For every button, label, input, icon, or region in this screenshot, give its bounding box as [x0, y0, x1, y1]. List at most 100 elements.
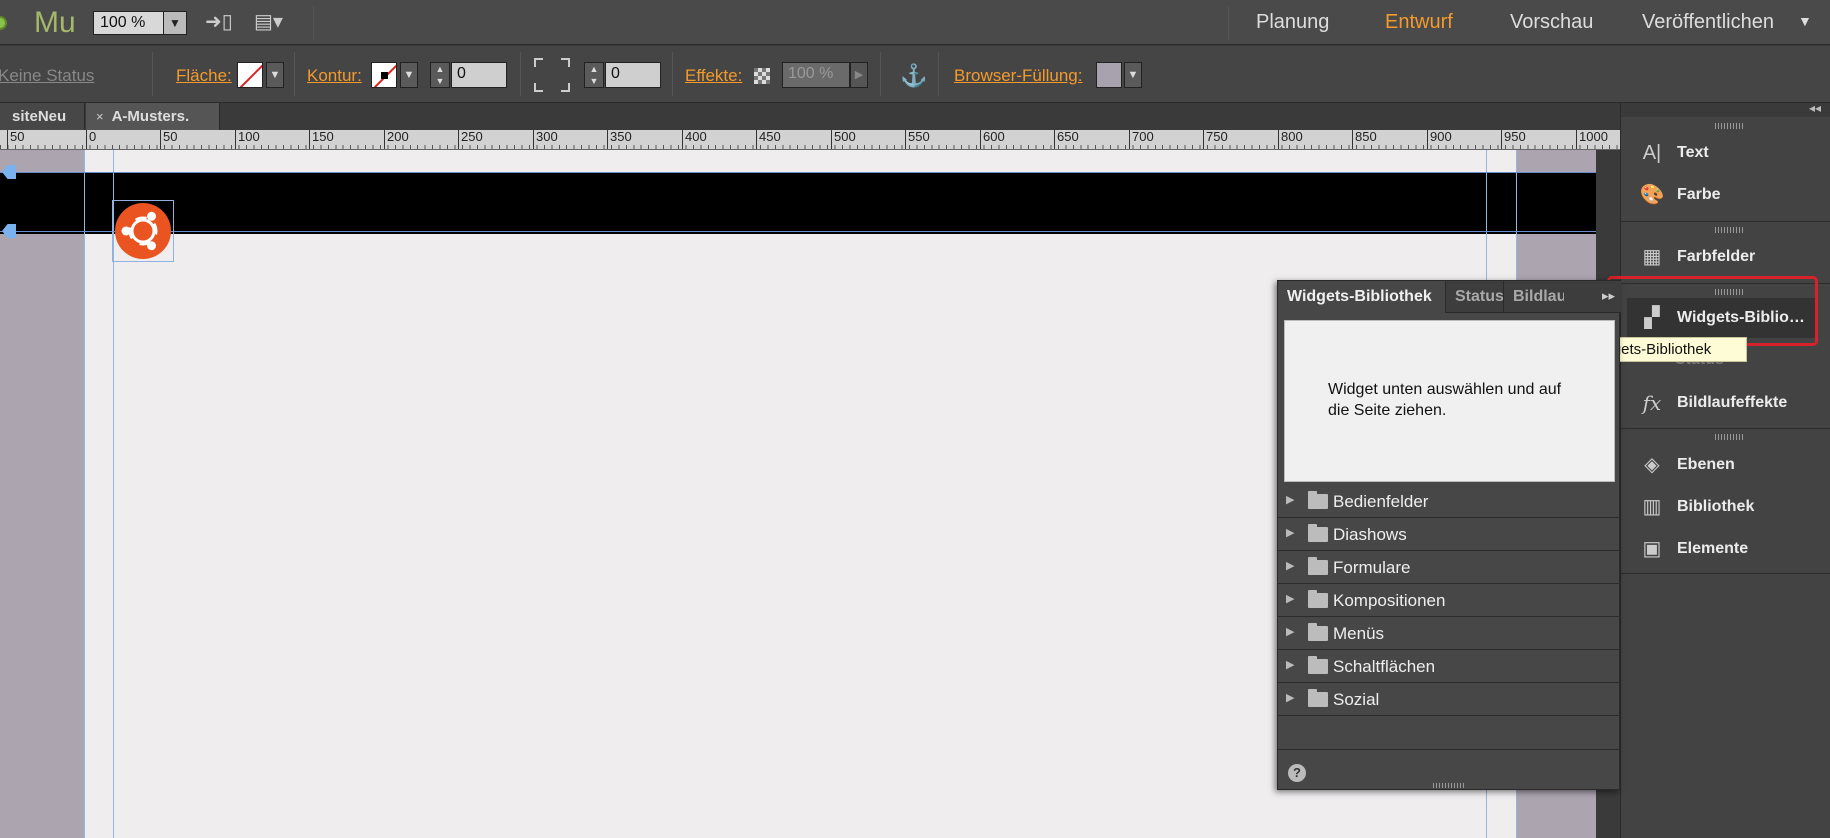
ruler-label: 150	[309, 130, 334, 149]
tab-siteneu[interactable]: siteNeu	[0, 103, 85, 130]
ruler-label: 400	[682, 130, 707, 149]
corner-radius-stepper[interactable]: ▲ ▼	[584, 62, 604, 88]
assets-icon: ▣	[1642, 538, 1662, 560]
dock-item-scroll-effects[interactable]: fx Bildlaufeffekte	[1621, 383, 1811, 423]
category-label: Schaltflächen	[1333, 657, 1436, 676]
stroke-dropdown[interactable]: ▼	[400, 62, 418, 88]
category-formulare[interactable]: ▶ Formulare	[1278, 551, 1621, 584]
browser-fill-label[interactable]: Browser-Füllung:	[954, 66, 1083, 86]
expand-icon[interactable]: ▶	[1286, 691, 1294, 704]
panel-tabs: Widgets-Bibliothek Status Bildlau ▸▸	[1278, 281, 1621, 313]
expand-icon[interactable]: ▶	[1286, 493, 1294, 506]
folder-icon	[1308, 557, 1328, 575]
resize-grip[interactable]	[1433, 783, 1465, 788]
control-panel: Keine Status Fläche: ▼ Kontur: ▼ ▲ ▼ 0 ▲ ▼…	[0, 46, 1830, 103]
category-bedienfelder[interactable]: ▶ Bedienfelder	[1278, 485, 1621, 518]
folder-icon	[1308, 491, 1328, 509]
mode-planning[interactable]: Planung	[1256, 11, 1329, 34]
expand-icon[interactable]: ▶	[1286, 625, 1294, 638]
tab-status[interactable]: Status	[1446, 281, 1504, 313]
category-schaltflaechen[interactable]: ▶ Schaltflächen	[1278, 650, 1621, 683]
category-label: Bedienfelder	[1333, 492, 1429, 511]
widget-hint: Widget unten auswählen und auf die Seite…	[1328, 381, 1562, 419]
stroke-width-stepper[interactable]: ▲ ▼	[430, 62, 450, 88]
ruler-label: 1000	[1576, 130, 1608, 149]
zoom-dropdown-button[interactable]: ▼	[163, 11, 187, 35]
horizontal-ruler[interactable]: 50 0 50 100 150 200 250 300 350 400 450 …	[0, 130, 1620, 150]
app-logo: Mu	[34, 6, 76, 39]
panel-group-grip[interactable]	[1715, 434, 1743, 440]
library-icon: ▥	[1642, 496, 1662, 518]
mode-design[interactable]: Entwurf	[1385, 11, 1453, 34]
ruler-label: 50	[160, 130, 177, 149]
ruler-label: 250	[458, 130, 483, 149]
opacity-checker-icon	[754, 68, 770, 84]
folder-icon	[1308, 689, 1328, 707]
import-page-icon[interactable]: ➜▯	[205, 9, 233, 34]
panel-footer: ?	[1278, 749, 1621, 789]
help-icon[interactable]: ?	[1288, 764, 1306, 782]
tab-scroll-effects[interactable]: Bildlau	[1504, 281, 1564, 313]
category-label: Menüs	[1333, 624, 1385, 643]
panel-dock: ◂◂ A| Text 🎨 Farbe ▦ Farbfelder ▞ Widget…	[1620, 101, 1830, 838]
category-kompositionen[interactable]: ▶ Kompositionen	[1278, 584, 1621, 617]
app-toolbar: Mu 100 % ▼ ➜▯ ▤▾ Planung Entwurf Vorscha…	[0, 0, 1830, 45]
dock-item-library[interactable]: ▥ Bibliothek	[1621, 487, 1811, 527]
preview-page-icon[interactable]: ▤▾	[254, 9, 283, 34]
category-label: Sozial	[1333, 690, 1380, 709]
folder-icon	[1308, 524, 1328, 542]
text-icon: A|	[1642, 142, 1662, 164]
ruler-label: 0	[86, 130, 96, 149]
dock-item-swatches[interactable]: ▦ Farbfelder	[1621, 237, 1811, 277]
tab-widgets-library[interactable]: Widgets-Bibliothek	[1278, 281, 1446, 313]
opacity-input[interactable]: 100 %	[782, 62, 850, 88]
expand-icon[interactable]: ▶	[1286, 592, 1294, 605]
dock-item-label: Farbe	[1677, 186, 1721, 203]
category-sozial[interactable]: ▶ Sozial	[1278, 683, 1621, 716]
layers-icon: ◈	[1644, 454, 1660, 476]
opacity-slider-button[interactable]: ▶	[850, 62, 868, 88]
panel-group-grip[interactable]	[1715, 227, 1743, 233]
ubuntu-logo-image[interactable]	[112, 200, 174, 262]
dock-item-label: Bildlaufeffekte	[1677, 394, 1788, 411]
panel-menu-icon[interactable]: ▸▸	[1602, 288, 1615, 304]
browser-fill-dropdown[interactable]: ▼	[1124, 62, 1142, 88]
expand-icon[interactable]: ▶	[1286, 559, 1294, 572]
tab-a-muster[interactable]: × A-Musters.	[86, 103, 220, 130]
panel-group-grip[interactable]	[1715, 123, 1743, 129]
stroke-label[interactable]: Kontur:	[307, 66, 362, 86]
mode-publish[interactable]: Veröffentlichen	[1642, 11, 1774, 34]
ruler-label: 300	[533, 130, 558, 149]
dock-item-color[interactable]: 🎨 Farbe	[1621, 175, 1811, 215]
dock-item-assets[interactable]: ▣ Elemente	[1621, 529, 1811, 569]
dock-item-label: Elemente	[1677, 540, 1749, 557]
ruler-label: 50	[7, 130, 24, 149]
close-icon[interactable]: ×	[96, 109, 104, 124]
fill-label[interactable]: Fläche:	[176, 66, 232, 86]
ruler-label: 850	[1352, 130, 1377, 149]
dock-item-label: Text	[1677, 144, 1709, 161]
category-diashows[interactable]: ▶ Diashows	[1278, 518, 1621, 551]
header-band[interactable]	[0, 172, 1596, 234]
corner-radius-input[interactable]: 0	[605, 62, 661, 88]
expand-icon[interactable]: ▶	[1286, 658, 1294, 671]
expand-icon[interactable]: ▶	[1286, 526, 1294, 539]
folder-icon	[1308, 656, 1328, 674]
anchor-icon[interactable]: ⚓	[900, 63, 927, 89]
highlight-outline	[1607, 276, 1818, 346]
state-label[interactable]: Keine Status	[0, 66, 94, 86]
effects-label[interactable]: Effekte:	[685, 66, 742, 86]
corner-radius-icon	[534, 58, 570, 92]
stroke-width-input[interactable]: 0	[451, 62, 507, 88]
mode-preview[interactable]: Vorschau	[1510, 11, 1593, 34]
ruler-label: 200	[384, 130, 409, 149]
dock-item-layers[interactable]: ◈ Ebenen	[1621, 445, 1811, 485]
collapse-dock-icon[interactable]: ◂◂	[1809, 101, 1821, 115]
browser-fill-swatch[interactable]	[1096, 62, 1122, 88]
stroke-swatch[interactable]	[371, 62, 397, 88]
publish-dropdown-icon[interactable]: ▼	[1798, 13, 1812, 29]
fill-swatch[interactable]	[237, 62, 263, 88]
dock-item-text[interactable]: A| Text	[1621, 133, 1811, 173]
category-menues[interactable]: ▶ Menüs	[1278, 617, 1621, 650]
fill-dropdown[interactable]: ▼	[266, 62, 284, 88]
